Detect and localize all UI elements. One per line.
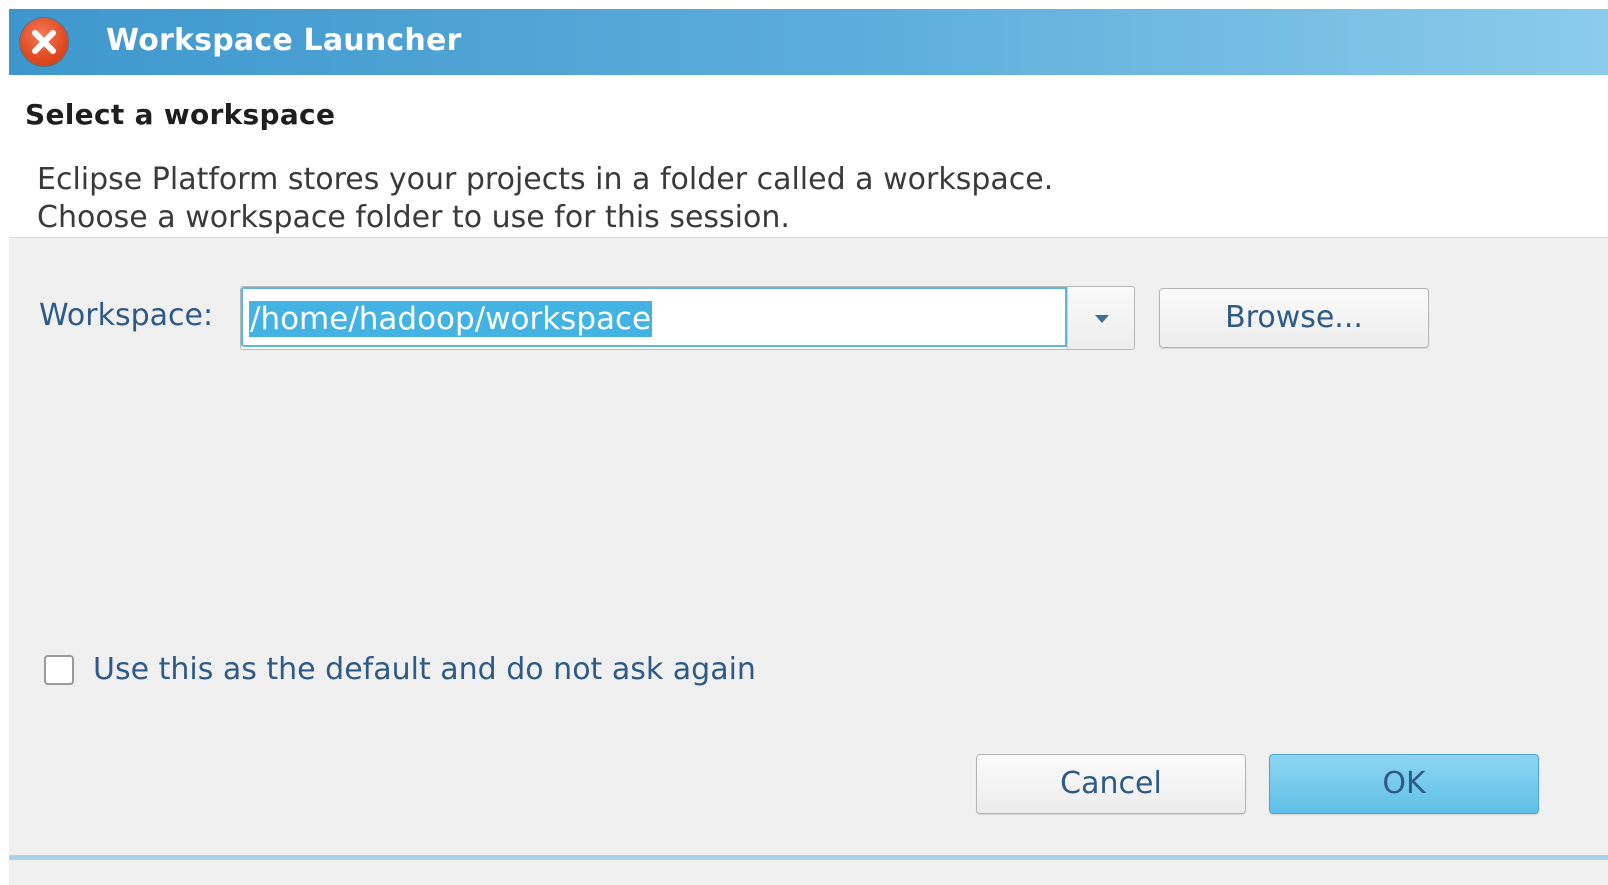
header-message: Eclipse Platform stores your projects in… bbox=[37, 161, 1053, 237]
cancel-button[interactable]: Cancel bbox=[976, 754, 1246, 814]
workspace-combo[interactable]: /home/hadoop/workspace bbox=[240, 286, 1135, 350]
default-checkbox-label[interactable]: Use this as the default and do not ask a… bbox=[93, 651, 756, 689]
browse-button[interactable]: Browse... bbox=[1159, 288, 1429, 348]
workspace-dropdown-button[interactable] bbox=[1067, 287, 1134, 349]
close-icon bbox=[32, 30, 56, 54]
header-title: Select a workspace bbox=[25, 98, 336, 131]
header-message-line-1: Eclipse Platform stores your projects in… bbox=[37, 162, 1054, 197]
workspace-launcher-dialog: Workspace Launcher Select a workspace Ec… bbox=[9, 9, 1608, 885]
close-button[interactable] bbox=[20, 18, 68, 66]
default-checkbox[interactable] bbox=[44, 655, 74, 685]
ok-button[interactable]: OK bbox=[1269, 754, 1539, 814]
workspace-input[interactable]: /home/hadoop/workspace bbox=[241, 287, 1067, 347]
workspace-path-value[interactable]: /home/hadoop/workspace bbox=[249, 301, 653, 337]
title-bar: Workspace Launcher bbox=[9, 9, 1608, 75]
dialog-header: Select a workspace Eclipse Platform stor… bbox=[9, 75, 1608, 238]
workspace-label: Workspace: bbox=[39, 298, 214, 333]
chevron-down-icon bbox=[1095, 315, 1109, 323]
header-message-line-2: Choose a workspace folder to use for thi… bbox=[37, 200, 790, 235]
window-title: Workspace Launcher bbox=[106, 23, 462, 58]
bottom-border bbox=[9, 855, 1608, 860]
